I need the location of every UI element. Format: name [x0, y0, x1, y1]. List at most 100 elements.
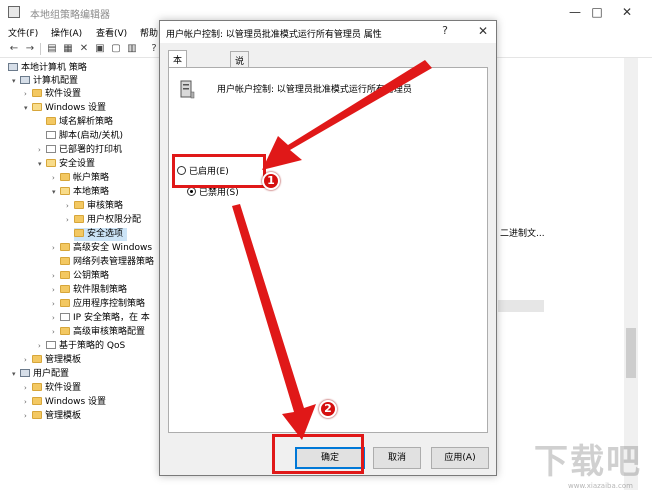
policy-tree: 本地计算机 策略 ▾ 计算机配置 › 软件设置 ▾ Windows 设置 域名解析策略…	[8, 60, 160, 430]
folder-icon	[60, 327, 70, 335]
tree-node-printers[interactable]: › 已部署的打印机	[38, 144, 122, 157]
tree-node-security-settings[interactable]: ▾ 安全设置	[38, 158, 95, 171]
dialog-titlebar: 用户帐户控制: 以管理员批准模式运行所有管理员 属性 ? ✕	[160, 21, 496, 43]
right-panel-value: 二进制文...	[500, 229, 545, 239]
folder-icon	[60, 299, 70, 307]
tree-node-admin-templates[interactable]: › 管理模板	[24, 354, 81, 367]
folder-icon	[74, 229, 84, 237]
highlight-box-disabled-option	[172, 154, 266, 188]
chart-icon	[46, 341, 56, 349]
tree-node-user-rights[interactable]: › 用户权限分配	[66, 214, 141, 227]
tree-node-network-list[interactable]: 网络列表管理器策略	[52, 256, 154, 269]
tree-node-root[interactable]: 本地计算机 策略	[8, 62, 87, 75]
chevron-down-icon[interactable]: ▾	[12, 75, 20, 88]
tree-node-public-key[interactable]: › 公钥策略	[52, 270, 109, 283]
menu-view[interactable]: 查看(V)	[96, 26, 127, 39]
folder-icon	[74, 201, 84, 209]
chevron-right-icon[interactable]: ›	[38, 340, 46, 353]
policy-name: 用户帐户控制: 以管理员批准模式运行所有管理员	[217, 85, 412, 95]
tree-node-u-admin[interactable]: › 管理模板	[24, 410, 81, 423]
export-icon[interactable]: ▢	[110, 43, 122, 55]
tab-local-security[interactable]: 本地安全设置	[168, 50, 188, 131]
watermark-url: www.xiazaiba.com	[568, 482, 633, 490]
chevron-right-icon[interactable]: ›	[66, 214, 74, 227]
tree-node-user-config[interactable]: ▾ 用户配置	[12, 368, 69, 381]
tree-node-computer-config[interactable]: ▾ 计算机配置	[12, 75, 78, 88]
tree-node-name-resolution[interactable]: 域名解析策略	[38, 116, 113, 129]
tree-node-adv-audit[interactable]: › 高级审核策略配置	[52, 326, 145, 339]
folder-icon	[32, 89, 42, 97]
tree-node-local-policies[interactable]: ▾ 本地策略	[52, 186, 109, 199]
tree-node-security-options[interactable]: 安全选项	[74, 228, 128, 241]
tree-node-windows-settings[interactable]: ▾ Windows 设置	[24, 102, 106, 115]
toolbar-separator	[40, 43, 41, 55]
apply-button[interactable]: 应用(A)	[431, 447, 489, 469]
chevron-right-icon[interactable]: ›	[52, 312, 60, 325]
script-icon	[46, 131, 56, 139]
chevron-right-icon[interactable]: ›	[24, 354, 32, 367]
refresh-icon[interactable]: ▥	[126, 43, 138, 55]
dialog-pane: 用户帐户控制: 以管理员批准模式运行所有管理员 已启用(E) 已禁用(S)	[168, 67, 488, 433]
chevron-down-icon[interactable]: ▾	[12, 368, 20, 381]
dialog-help-button[interactable]: ?	[442, 24, 448, 37]
close-button[interactable]: ✕	[614, 2, 640, 22]
folder-icon	[60, 257, 70, 265]
chevron-down-icon[interactable]: ▾	[52, 186, 60, 199]
chevron-right-icon[interactable]: ›	[38, 144, 46, 157]
chevron-right-icon[interactable]: ›	[52, 298, 60, 311]
folder-icon	[32, 383, 42, 391]
tree-node-ip-security[interactable]: › IP 安全策略，在 本	[52, 312, 150, 325]
network-icon	[60, 313, 70, 321]
chevron-down-icon[interactable]: ▾	[24, 102, 32, 115]
cancel-button[interactable]: 取消	[373, 447, 421, 469]
chevron-right-icon[interactable]: ›	[24, 88, 32, 101]
maximize-button[interactable]: □	[584, 2, 610, 22]
tree-node-audit-policy[interactable]: › 审核策略	[66, 200, 123, 213]
chevron-right-icon[interactable]: ›	[24, 382, 32, 395]
chevron-right-icon[interactable]: ›	[66, 200, 74, 213]
chevron-right-icon[interactable]: ›	[52, 242, 60, 255]
folder-icon	[32, 355, 42, 363]
up-folder-icon[interactable]: ▤	[46, 43, 58, 55]
tree-node-u-windows[interactable]: › Windows 设置	[24, 396, 106, 409]
folder-icon	[60, 173, 70, 181]
back-arrow-icon[interactable]: ←	[8, 43, 20, 55]
watermark-text: 下载吧	[534, 442, 642, 482]
menu-file[interactable]: 文件(F)	[8, 26, 38, 39]
highlight-box-ok-button	[272, 434, 364, 474]
tab-explain[interactable]: 说明	[230, 51, 250, 80]
delete-icon[interactable]: ✕	[78, 43, 90, 55]
tree-node-scripts[interactable]: 脚本(启动/关机)	[38, 130, 123, 143]
chevron-right-icon[interactable]: ›	[24, 410, 32, 423]
scrollbar-thumb[interactable]	[626, 328, 636, 378]
chevron-right-icon[interactable]: ›	[52, 270, 60, 283]
dialog-title: 用户帐户控制: 以管理员批准模式运行所有管理员 属性	[166, 30, 382, 40]
tree-node-u-software[interactable]: › 软件设置	[24, 382, 81, 395]
user-icon	[20, 369, 30, 377]
folder-open-icon	[32, 103, 42, 111]
tree-node-software-restriction[interactable]: › 软件限制策略	[52, 284, 127, 297]
folder-open-icon	[60, 187, 70, 195]
folder-icon	[60, 271, 70, 279]
dialog-close-button[interactable]: ✕	[478, 24, 488, 38]
shield-folder-icon	[46, 159, 56, 167]
tree-node-qos[interactable]: › 基于策略的 QoS	[38, 340, 125, 353]
tree-node-adv-firewall[interactable]: › 高级安全 Windows	[52, 242, 152, 255]
chevron-down-icon[interactable]: ▾	[38, 158, 46, 171]
chevron-right-icon[interactable]: ›	[52, 172, 60, 185]
menu-help[interactable]: 帮助	[140, 26, 158, 39]
radio-disabled-circle[interactable]	[187, 187, 196, 196]
chevron-right-icon[interactable]: ›	[24, 396, 32, 409]
tree-node-app-control[interactable]: › 应用程序控制策略	[52, 298, 145, 311]
window-title: 本地组策略编辑器	[30, 10, 110, 21]
tree-node-account-policies[interactable]: › 帐户策略	[52, 172, 109, 185]
forward-arrow-icon[interactable]: →	[24, 43, 36, 55]
properties-icon[interactable]: ▣	[94, 43, 106, 55]
chevron-right-icon[interactable]: ›	[52, 284, 60, 297]
tree-node-software-settings[interactable]: › 软件设置	[24, 88, 81, 101]
folder-icon	[74, 215, 84, 223]
menu-action[interactable]: 操作(A)	[51, 26, 82, 39]
chevron-right-icon[interactable]: ›	[52, 326, 60, 339]
show-tree-icon[interactable]: ▦	[62, 43, 74, 55]
folder-icon	[60, 243, 70, 251]
